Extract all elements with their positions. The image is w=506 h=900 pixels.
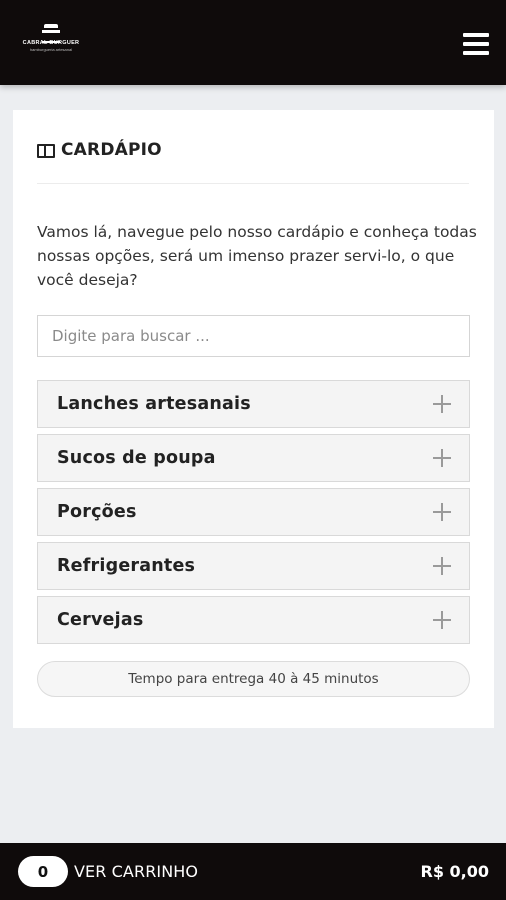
logo[interactable]: CABRAL BURGUER hamburgueria artesanal: [20, 24, 82, 60]
category-list: Lanches artesanais Sucos de poupa Porçõe…: [37, 380, 470, 650]
category-porcoes[interactable]: Porções: [37, 488, 470, 536]
category-cervejas[interactable]: Cervejas: [37, 596, 470, 644]
category-refrigerantes[interactable]: Refrigerantes: [37, 542, 470, 590]
plus-icon[interactable]: [433, 449, 451, 467]
category-label: Lanches artesanais: [57, 394, 251, 414]
top-bar: CABRAL BURGUER hamburgueria artesanal: [0, 0, 506, 85]
cart-count-badge: 0: [18, 856, 68, 887]
category-sucos-de-poupa[interactable]: Sucos de poupa: [37, 434, 470, 482]
category-label: Cervejas: [57, 610, 144, 630]
delivery-time-badge: Tempo para entrega 40 à 45 minutos: [37, 661, 470, 697]
plus-icon[interactable]: [433, 557, 451, 575]
plus-icon[interactable]: [433, 611, 451, 629]
page-title: CARDÁPIO: [61, 140, 162, 160]
category-label: Sucos de poupa: [57, 448, 216, 468]
hamburger-line: [463, 42, 489, 46]
search-input[interactable]: [37, 315, 470, 357]
hamburger-line: [463, 51, 489, 55]
category-label: Refrigerantes: [57, 556, 196, 576]
category-label: Porções: [57, 502, 137, 522]
cart-bar[interactable]: 0 VER CARRINHO R$ 0,00: [0, 843, 506, 900]
category-lanches-artesanais[interactable]: Lanches artesanais: [37, 380, 470, 428]
logo-tagline: hamburgueria artesanal: [29, 47, 73, 52]
section-header: CARDÁPIO: [37, 140, 469, 184]
book-icon: [37, 144, 55, 158]
plus-icon[interactable]: [433, 503, 451, 521]
menu-card: CARDÁPIO Vamos lá, navegue pelo nosso ca…: [13, 110, 494, 728]
view-cart-button[interactable]: VER CARRINHO: [74, 862, 198, 881]
intro-text: Vamos lá, navegue pelo nosso cardápio e …: [37, 223, 477, 289]
plus-icon[interactable]: [433, 395, 451, 413]
hamburger-menu-icon[interactable]: [463, 33, 489, 55]
cart-total: R$ 0,00: [420, 862, 490, 881]
hamburger-line: [463, 33, 489, 37]
logo-crest-icon: [42, 24, 60, 43]
